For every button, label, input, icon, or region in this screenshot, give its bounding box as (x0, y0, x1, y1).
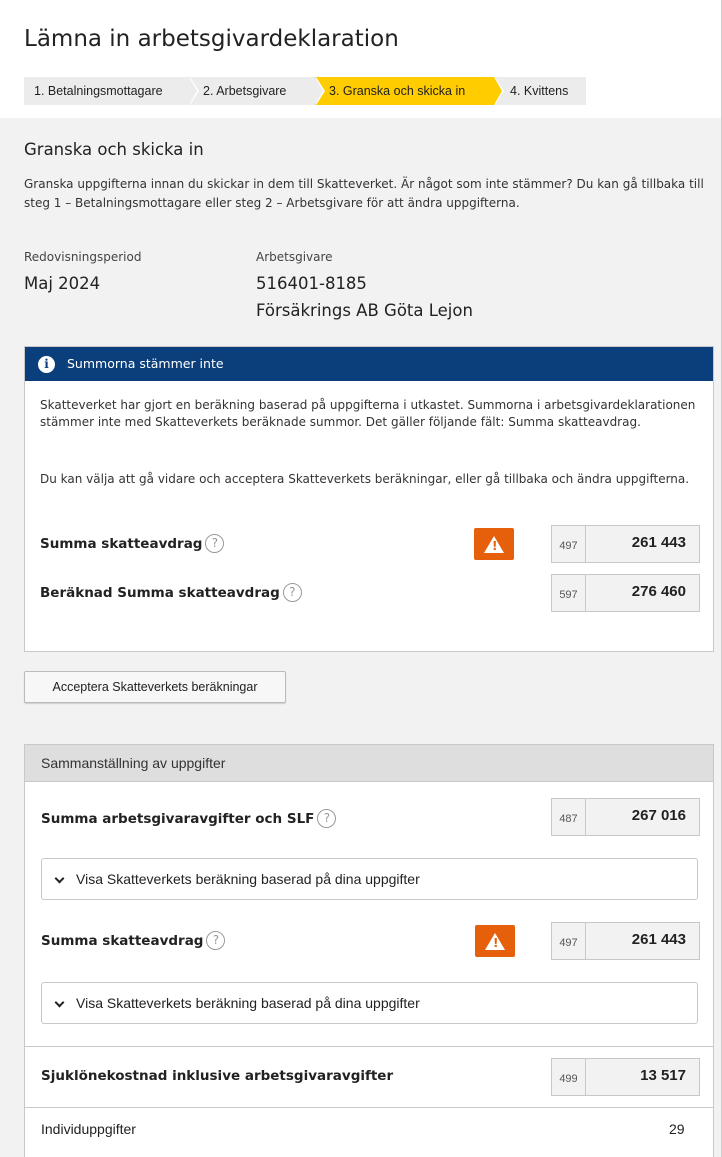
field-label-arbetsgivaravgifter: Summa arbetsgivaravgifter och SLF ? (41, 809, 337, 828)
field-box-487: 487 267 016 (551, 798, 700, 836)
divider (25, 1046, 713, 1047)
field-box-597: 597 276 460 (551, 574, 700, 612)
period-value: Maj 2024 (24, 274, 101, 293)
field-label-text: Summa skatteavdrag (40, 535, 203, 552)
warning-icon[interactable]: ! (475, 925, 515, 957)
accept-calculations-button[interactable]: Acceptera Skatteverkets beräkningar (24, 671, 286, 703)
alert-title: Summorna stämmer inte (67, 356, 224, 371)
page-header: Lämna in arbetsgivardeklaration 1. Betal… (0, 0, 722, 118)
help-icon[interactable]: ? (317, 809, 337, 828)
step-1-label: 1. Betalningsmottagare (34, 84, 163, 98)
field-label-text: Beräknad Summa skatteavdrag (40, 584, 280, 601)
period-label: Redovisningsperiod (24, 250, 142, 264)
help-icon[interactable]: ? (206, 931, 226, 950)
field-value: 267 016 (631, 807, 686, 824)
field-code: 497 (552, 923, 586, 959)
section-description: Granska uppgifterna innan du skickar in … (24, 177, 704, 210)
field-label-skatteavdrag: Summa skatteavdrag ? (41, 931, 226, 950)
field-code: 597 (552, 575, 586, 611)
field-label-text: Sjuklönekostnad inklusive arbetsgivaravg… (41, 1068, 394, 1084)
individ-label: Individuppgifter (41, 1121, 136, 1137)
alert-text-1: Skatteverket har gjort en beräkning base… (40, 398, 696, 429)
sum-mismatch-alert: i Summorna stämmer inte Skatteverket har… (24, 346, 714, 652)
field-label-beraknad-skatteavdrag: Beräknad Summa skatteavdrag ? (40, 583, 302, 602)
show-calculation-expander[interactable]: Visa Skatteverkets beräkning baserad på … (41, 858, 698, 900)
field-box-497: 497 261 443 (551, 922, 700, 960)
field-value: 13 517 (640, 1067, 686, 1084)
chevron-down-icon (54, 873, 65, 884)
main-content: Granska och skicka in Granska uppgiftern… (0, 118, 722, 1157)
field-code: 497 (552, 526, 586, 562)
employer-label: Arbetsgivare (256, 250, 333, 264)
alert-text-2: Du kan välja att gå vidare och acceptera… (40, 472, 690, 486)
info-icon: i (38, 356, 55, 373)
expander-label: Visa Skatteverkets beräkning baserad på … (76, 995, 420, 1011)
section-title: Granska och skicka in (24, 140, 204, 159)
individ-count: 29 (669, 1121, 685, 1137)
employer-name: Försäkrings AB Göta Lejon (256, 301, 473, 320)
warning-icon[interactable]: ! (474, 528, 514, 560)
page-title: Lämna in arbetsgivardeklaration (24, 26, 399, 52)
field-code: 499 (552, 1059, 586, 1095)
step-indicator: 1. Betalningsmottagare 2. Arbetsgivare 3… (24, 77, 586, 105)
expander-label: Visa Skatteverkets beräkning baserad på … (76, 871, 420, 887)
help-icon[interactable]: ? (282, 583, 302, 602)
help-icon[interactable]: ? (205, 534, 225, 553)
field-value: 261 443 (631, 534, 686, 551)
field-value: 261 443 (631, 931, 686, 948)
field-box-497: 497 261 443 (551, 525, 700, 563)
alert-header: i Summorna stämmer inte (25, 347, 713, 381)
summary-panel: Sammanställning av uppgifter Summa arbet… (24, 744, 714, 1157)
step-4: 4. Kvittens (494, 77, 586, 105)
field-code: 487 (552, 799, 586, 835)
divider (25, 1107, 713, 1108)
step-2-label: 2. Arbetsgivare (203, 84, 287, 98)
field-box-499: 499 13 517 (551, 1058, 700, 1096)
step-3-label: 3. Granska och skicka in (329, 84, 466, 98)
employer-org-number: 516401-8185 (256, 274, 367, 293)
chevron-down-icon (54, 997, 65, 1008)
show-calculation-expander[interactable]: Visa Skatteverkets beräkning baserad på … (41, 982, 698, 1024)
field-label-skatteavdrag: Summa skatteavdrag ? (40, 534, 225, 553)
field-label-text: Summa arbetsgivaravgifter och SLF (41, 810, 315, 827)
field-label-text: Summa skatteavdrag (41, 932, 204, 949)
step-4-label: 4. Kvittens (510, 84, 569, 98)
summary-title: Sammanställning av uppgifter (25, 745, 713, 782)
step-3-active: 3. Granska och skicka in (315, 77, 504, 105)
field-value: 276 460 (631, 583, 686, 600)
step-2[interactable]: 2. Arbetsgivare (189, 77, 325, 105)
field-label-sjuklonekostnad: Sjuklönekostnad inklusive arbetsgivaravg… (41, 1068, 393, 1084)
step-1[interactable]: 1. Betalningsmottagare (24, 77, 199, 105)
